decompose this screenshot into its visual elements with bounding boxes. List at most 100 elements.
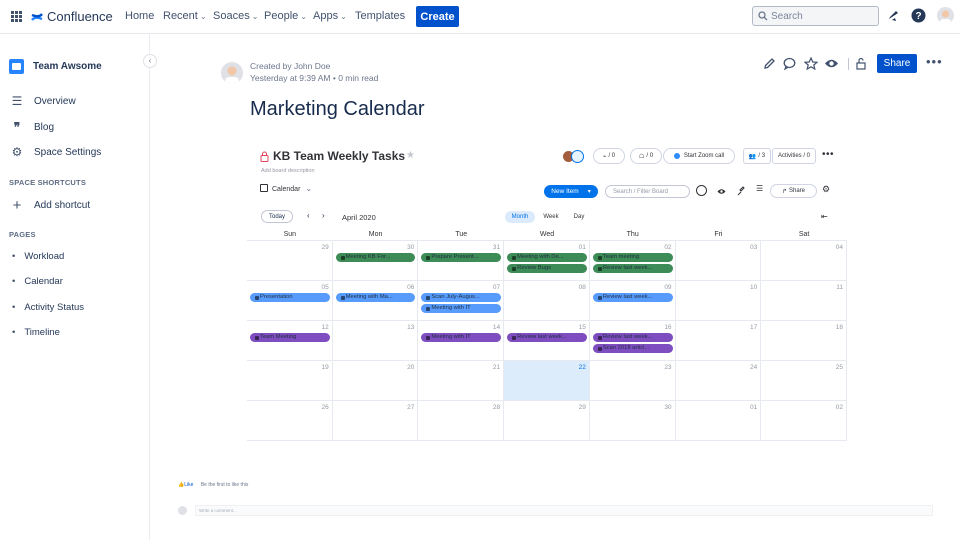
create-button[interactable]: Create	[416, 6, 459, 27]
eye-icon[interactable]	[717, 188, 726, 195]
nav-people[interactable]: People ⌄	[264, 10, 307, 22]
calendar-day-cell[interactable]: 29	[504, 401, 590, 441]
calendar-day-cell[interactable]: 21	[418, 361, 505, 401]
user-avatar-icon	[940, 10, 951, 24]
updates-icon: ☖	[638, 153, 645, 160]
calendar-day-cell[interactable]: 13	[332, 321, 419, 361]
calendar-day-cell[interactable]: 17	[675, 321, 762, 361]
watch-icon[interactable]	[824, 57, 839, 70]
board-description[interactable]: Add board description	[261, 168, 315, 174]
favorite-star-icon[interactable]: ★	[406, 150, 415, 161]
calendar-day-cell[interactable]: 27	[332, 401, 419, 441]
calendar-day-cell[interactable]: 24	[675, 361, 762, 401]
nav-templates[interactable]: Templates	[355, 10, 405, 22]
restrictions-unlock-icon[interactable]	[855, 57, 867, 70]
comment-input[interactable]: Write a comment...	[195, 505, 933, 516]
nav-soaces[interactable]: Soaces ⌄	[213, 10, 258, 22]
calendar-day-cell[interactable]: 30	[589, 401, 676, 441]
members-button[interactable]: 👥/ 3	[743, 148, 771, 164]
tab-week[interactable]: Week	[538, 211, 564, 223]
calendar-event[interactable]: Presentation	[250, 293, 330, 302]
calendar-day-cell[interactable]: 11	[761, 281, 847, 321]
calendar-day-cell[interactable]: 18	[761, 321, 847, 361]
search-input[interactable]: Search	[752, 6, 879, 26]
calendar-event[interactable]: Meeting KB For...	[335, 253, 416, 262]
sidebar-item-blog[interactable]: ❞ Blog	[9, 120, 54, 134]
page-link-calendar[interactable]: Calendar	[12, 276, 63, 287]
calendar-event[interactable]: Prepare Present...	[421, 253, 502, 262]
page-link-timeline[interactable]: Timeline	[12, 327, 60, 338]
tab-month[interactable]: Month	[505, 211, 535, 223]
calendar-day-cell[interactable]: 08	[504, 281, 590, 321]
like-button[interactable]: 👍Like	[178, 482, 193, 488]
collapse-sidebar-button[interactable]: ‹	[143, 54, 157, 68]
calendar-day-cell[interactable]: 03	[675, 241, 762, 281]
calendar-event[interactable]: Scan 2018 articl...	[592, 344, 673, 353]
calendar-event[interactable]: Review last week...	[592, 264, 673, 273]
view-selector[interactable]: Calendar ⌄	[260, 184, 312, 193]
calendar-day-cell[interactable]: 28	[418, 401, 505, 441]
day-number: 30	[664, 404, 672, 411]
collapse-rows-icon[interactable]: ⇤	[821, 212, 828, 221]
calendar-day-cell[interactable]: 26	[247, 401, 333, 441]
calendar-day-cell[interactable]: 25	[761, 361, 847, 401]
calendar-day-cell[interactable]: 22	[504, 361, 590, 401]
space-header[interactable]: Team Awsome	[9, 59, 102, 74]
sidebar-item-overview[interactable]: ☰ Overview	[9, 94, 76, 108]
today-button[interactable]: Today	[261, 210, 293, 223]
confluence-logo[interactable]: Confluence	[31, 9, 113, 24]
notifications-icon[interactable]	[887, 9, 900, 23]
nav-recent[interactable]: Recent ⌄	[163, 10, 207, 22]
prev-month-arrow-icon[interactable]: ‹	[307, 211, 310, 220]
activities-button[interactable]: Activities / 0	[772, 148, 816, 164]
calendar-event[interactable]: Review Bugs	[507, 264, 587, 273]
day-number: 25	[835, 364, 843, 371]
nav-home[interactable]: Home	[125, 10, 154, 22]
next-month-arrow-icon[interactable]: ›	[322, 211, 325, 220]
comment-icon[interactable]	[783, 57, 796, 70]
board-share-button[interactable]: ↱ Share	[770, 184, 817, 198]
calendar-event[interactable]: Meeting with De...	[507, 253, 587, 262]
add-shortcut-link[interactable]: + Add shortcut	[9, 197, 91, 214]
calendar-event[interactable]: Team meeting	[592, 253, 673, 262]
filter-board-input[interactable]: Search / Filter Board	[605, 185, 690, 198]
calendar-event[interactable]: Review last week...	[507, 333, 587, 342]
nav-apps[interactable]: Apps ⌄	[313, 10, 347, 22]
calendar-event[interactable]: Review last week...	[592, 333, 673, 342]
user-avatar[interactable]	[937, 7, 954, 24]
person-filter-icon[interactable]	[696, 185, 707, 196]
settings-gear-icon[interactable]: ⚙	[822, 184, 830, 195]
updates-button[interactable]: ☖/ 0	[630, 148, 662, 164]
calendar-day-cell[interactable]: 19	[247, 361, 333, 401]
page-link-workload[interactable]: Workload	[12, 251, 64, 262]
app-switcher-icon[interactable]	[11, 11, 22, 22]
sidebar-item-space-settings[interactable]: ⚙ Space Settings	[9, 145, 102, 159]
calendar-day-cell[interactable]: 29	[247, 241, 333, 281]
calendar-event[interactable]: Review last week...	[592, 293, 673, 302]
invite-button[interactable]: ⌁/ 0	[593, 148, 625, 164]
tab-day[interactable]: Day	[567, 211, 591, 223]
calendar-event[interactable]: Meeting with IT	[421, 333, 502, 342]
share-button[interactable]: Share	[877, 54, 917, 73]
star-icon[interactable]	[804, 57, 818, 70]
sort-icon[interactable]: ☰	[756, 184, 763, 193]
calendar-day-cell[interactable]: 10	[675, 281, 762, 321]
more-actions-icon[interactable]: •••	[926, 55, 943, 68]
calendar-day-cell[interactable]: 20	[332, 361, 419, 401]
calendar-event[interactable]: Meeting with Ma...	[335, 293, 416, 302]
new-item-button[interactable]: New Item ▾	[544, 185, 598, 198]
zoom-call-button[interactable]: Start Zoom call	[663, 148, 735, 164]
calendar-event[interactable]: Team Meeting	[250, 333, 330, 342]
calendar-day-cell[interactable]: 04	[761, 241, 847, 281]
calendar-event[interactable]: Meeting with IT	[421, 304, 502, 313]
help-icon[interactable]: ?	[911, 8, 926, 23]
calendar-day-cell[interactable]: 02	[761, 401, 847, 441]
board-menu-icon[interactable]: •••	[822, 149, 834, 160]
page-link-activity-status[interactable]: Activity Status	[12, 302, 84, 313]
edit-icon[interactable]	[763, 57, 776, 70]
board-member-avatars[interactable]	[562, 150, 588, 164]
calendar-day-cell[interactable]: 23	[589, 361, 676, 401]
pin-icon[interactable]	[737, 186, 745, 196]
calendar-day-cell[interactable]: 01	[675, 401, 762, 441]
calendar-event[interactable]: Scan July-Augus...	[421, 293, 502, 302]
